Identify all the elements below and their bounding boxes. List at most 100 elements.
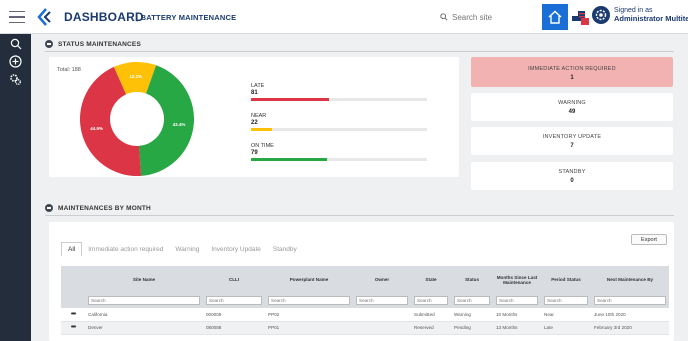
nav-add[interactable] xyxy=(6,52,25,71)
slice-label: 43.4% xyxy=(172,121,186,127)
collapse-icon[interactable] xyxy=(45,204,53,212)
search-icon xyxy=(440,13,448,21)
row-actions-button[interactable]: ••• xyxy=(61,321,85,335)
legend-bar-fill xyxy=(251,158,328,161)
table-cell: 10 Months xyxy=(493,308,541,322)
search-input[interactable] xyxy=(452,12,532,22)
filter-status[interactable] xyxy=(454,296,490,305)
tab-warning[interactable]: Warning xyxy=(169,243,205,256)
legend-name: NEAR xyxy=(251,113,267,119)
gears-icon xyxy=(10,74,21,85)
table-cell: 13 Months xyxy=(493,321,541,335)
top-bar: DASHBOARD | BATTERY MAINTENANCE Signed i… xyxy=(0,0,688,34)
filter-tabs: All Immediate action required Warning In… xyxy=(61,242,303,256)
table-header-row: Site Name CLLI Powerplant Name Owner Sta… xyxy=(61,266,669,294)
slice-label: 12.1% xyxy=(129,74,143,80)
table-cell: PP02 xyxy=(265,308,353,322)
legend-value: 79 xyxy=(251,150,258,156)
filter-state[interactable] xyxy=(414,296,448,305)
user-name: Administrator Multitel xyxy=(614,13,688,23)
stat-card-standby[interactable]: STANDBY 0 xyxy=(471,162,673,190)
slice-label: 44.5% xyxy=(90,126,104,132)
tab-immediate-action[interactable]: Immediate action required xyxy=(82,243,169,256)
actions-header xyxy=(61,266,85,294)
legend-bar-track xyxy=(251,158,427,161)
filter-row xyxy=(61,294,669,308)
filter-spacer xyxy=(61,294,85,308)
month-section-title: MAINTENANCES BY MONTH xyxy=(58,204,151,212)
stat-card-immediate-action-required[interactable]: IMMEDIATE ACTION REQUIRED 1 xyxy=(471,57,673,87)
collapse-icon[interactable] xyxy=(45,40,53,48)
legend-value: 81 xyxy=(251,90,258,96)
filter-owner[interactable] xyxy=(356,296,408,305)
tab-inventory-update[interactable]: Inventory Update xyxy=(205,243,267,256)
avatar xyxy=(592,6,610,24)
stat-label: INVENTORY UPDATE xyxy=(542,134,602,140)
month-section-header[interactable]: MAINTENANCES BY MONTH xyxy=(45,204,151,212)
filter-clli[interactable] xyxy=(206,296,262,305)
stat-count: 1 xyxy=(570,75,574,81)
stat-label: WARNING xyxy=(558,100,586,106)
column-header[interactable]: Months Since Last Maintenance xyxy=(493,266,541,294)
filter-site-name[interactable] xyxy=(88,296,200,305)
stat-label: IMMEDIATE ACTION REQUIRED xyxy=(528,66,616,72)
table-cell: PP01 xyxy=(265,321,353,335)
section-divider xyxy=(45,215,674,216)
column-header[interactable]: Next Maintenance By xyxy=(591,266,669,294)
menu-icon[interactable] xyxy=(6,6,28,28)
legend-bar-fill xyxy=(251,128,273,131)
side-nav xyxy=(0,34,31,341)
nav-settings[interactable] xyxy=(6,70,25,89)
table-cell: Late xyxy=(541,321,591,335)
column-header[interactable]: State xyxy=(411,266,451,294)
filter-period-status[interactable] xyxy=(544,296,588,305)
stat-count: 0 xyxy=(570,178,574,184)
filter-next-maintenance[interactable] xyxy=(594,296,666,305)
main-content: STATUS MAINTENANCES Total: 188 44.5% 12.1… xyxy=(31,34,688,341)
stat-card-inventory-update[interactable]: INVENTORY UPDATE 7 xyxy=(471,127,673,155)
page-title: DASHBOARD xyxy=(64,10,144,24)
export-button[interactable]: Export xyxy=(631,234,667,245)
table-cell: Near xyxy=(541,308,591,322)
user-gear-icon xyxy=(595,9,607,21)
tab-all[interactable]: All xyxy=(61,242,83,256)
section-divider xyxy=(45,51,674,52)
plus-circle-icon xyxy=(9,55,22,68)
site-search[interactable] xyxy=(440,9,540,25)
column-header[interactable]: Site Name xyxy=(85,266,203,294)
status-chart-card: Total: 188 44.5% 12.1% 43.4% LATE 81 NEAR 22 O… xyxy=(49,57,459,177)
row-actions-button[interactable]: ••• xyxy=(61,308,85,322)
table-cell xyxy=(353,308,411,322)
filter-powerplant[interactable] xyxy=(268,296,350,305)
column-header[interactable]: Status xyxy=(451,266,493,294)
column-header[interactable]: CLLI xyxy=(203,266,265,294)
legend-name: LATE xyxy=(251,83,265,89)
tab-standby[interactable]: Standby xyxy=(267,243,303,256)
language-flag-icon[interactable] xyxy=(570,7,590,27)
user-menu[interactable]: Signed in as Administrator Multitel xyxy=(592,6,688,24)
home-button[interactable] xyxy=(542,4,568,30)
table-row[interactable]: ••• Denver 080088 PP01 Reserved Pending 13 Mon… xyxy=(61,321,669,335)
nav-search[interactable] xyxy=(6,34,25,53)
table-row[interactable]: ••• California 000005 PP02 Submitted Warning 1… xyxy=(61,308,669,322)
table-cell: 080088 xyxy=(203,321,265,335)
status-section-header[interactable]: STATUS MAINTENANCES xyxy=(45,40,141,48)
column-header[interactable]: Owner xyxy=(353,266,411,294)
table-cell: California xyxy=(85,308,203,322)
table-cell: Reserved xyxy=(411,321,451,335)
legend-item-on-time: ON TIME 79 xyxy=(251,143,427,161)
column-header[interactable]: Period Status xyxy=(541,266,591,294)
maintenance-table: Site Name CLLI Powerplant Name Owner Sta… xyxy=(61,266,669,335)
legend-item-late: LATE 81 xyxy=(251,83,427,101)
table-cell: Warning xyxy=(451,308,493,322)
table-cell: Pending xyxy=(451,321,493,335)
column-header[interactable]: Powerplant Name xyxy=(265,266,353,294)
legend-bar-track xyxy=(251,128,427,131)
stat-card-warning[interactable]: WARNING 49 xyxy=(471,93,673,121)
status-section-title: STATUS MAINTENANCES xyxy=(58,40,142,48)
page-subtitle: | BATTERY MAINTENANCE xyxy=(136,13,237,22)
legend-item-near: NEAR 22 xyxy=(251,113,427,131)
filter-months[interactable] xyxy=(496,296,538,305)
home-icon xyxy=(548,10,562,24)
user-info: Signed in as Administrator Multitel xyxy=(614,7,688,24)
